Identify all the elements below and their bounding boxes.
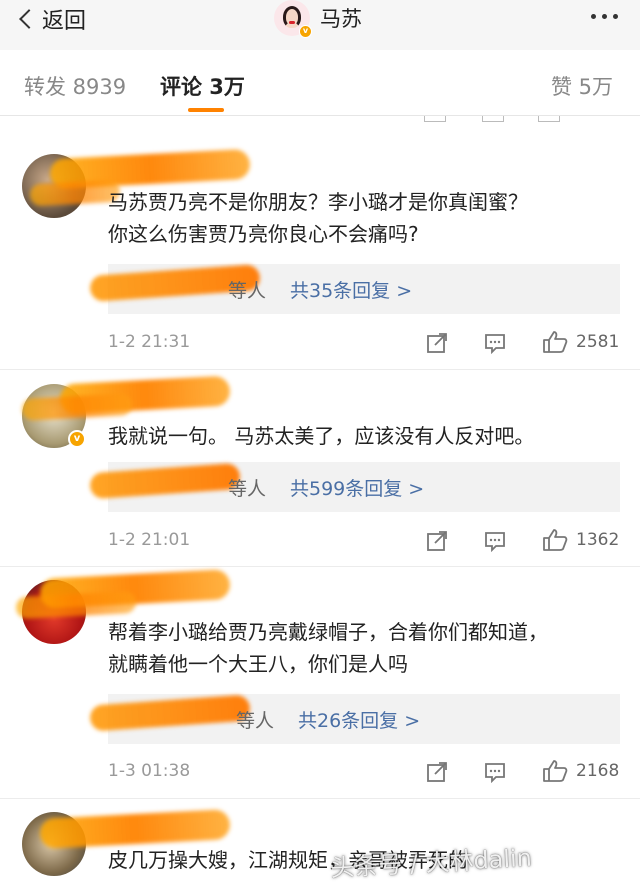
verified-badge-icon: v: [68, 430, 86, 448]
reply-authors-redacted: [89, 462, 241, 500]
timestamp: 1-2 21:31: [108, 332, 191, 352]
view-replies-link[interactable]: 共35条回复 >: [290, 276, 412, 303]
verified-badge-icon: v: [299, 25, 312, 38]
back-label: 返回: [42, 9, 87, 34]
comment-text: 我就说一句。 马苏太美了，应该没有人反对吧。: [108, 424, 535, 448]
reply-authors-redacted: [89, 694, 251, 732]
tab-repost[interactable]: 转发 8939: [24, 71, 126, 101]
more-options-icon[interactable]: [591, 14, 618, 19]
reply-summary[interactable]: 等人 共26条回复 >: [89, 694, 620, 744]
like-count: 2581: [576, 332, 620, 352]
divider: [0, 369, 640, 370]
tab-bar: 转发 8939 评论 3万 赞 5万: [0, 50, 640, 116]
view-replies-link[interactable]: 共599条回复 >: [290, 474, 424, 501]
comment-text: 马苏贾乃亮不是你朋友？李小璐才是你真闺蜜？ 你这么伤害贾乃亮你良心不会痛吗?: [108, 190, 528, 246]
like-count: 1362: [576, 530, 620, 550]
back-button[interactable]: 返回: [18, 4, 86, 34]
like-icon[interactable]: [542, 528, 568, 552]
tab-likes[interactable]: 赞 5万: [551, 71, 613, 101]
reply-icon[interactable]: [484, 530, 506, 552]
top-bar: 返回 v 马苏: [0, 0, 640, 50]
timestamp: 1-2 21:01: [108, 530, 191, 550]
active-tab-indicator: [188, 108, 224, 112]
comment-text: 帮着李小璐给贾乃亮戴绿帽子，合着你们都知道， 就瞒着他一个大王八，你们是人吗: [108, 620, 548, 676]
share-icon[interactable]: [426, 530, 448, 552]
reply-summary[interactable]: 等人 共599条回复 >: [89, 462, 620, 512]
tab-comments[interactable]: 评论 3万: [160, 71, 245, 101]
reply-icon[interactable]: [484, 761, 506, 783]
profile-title[interactable]: v 马苏: [274, 0, 362, 38]
share-icon[interactable]: [426, 761, 448, 783]
avatar[interactable]: v: [274, 0, 312, 38]
like-count: 2168: [576, 761, 620, 781]
like-icon[interactable]: [542, 759, 568, 783]
reply-icon[interactable]: [484, 332, 506, 354]
timestamp: 1-3 01:38: [108, 761, 191, 781]
page-title: 马苏: [320, 7, 362, 31]
view-replies-link[interactable]: 共26条回复 >: [298, 706, 420, 733]
divider: [0, 566, 640, 567]
comment-item: 马苏贾乃亮不是你朋友？李小璐才是你真闺蜜？ 你这么伤害贾乃亮你良心不会痛吗? 等…: [0, 118, 640, 373]
chevron-left-icon: [19, 9, 39, 29]
comment-item: 帮着李小璐给贾乃亮戴绿帽子，合着你们都知道， 就瞒着他一个大王八，你们是人吗 等…: [0, 568, 640, 798]
comment-item: 皮几万操大嫂，江湖规矩，亲哥被弄死的: [0, 800, 640, 888]
divider: [0, 798, 640, 799]
share-icon[interactable]: [426, 332, 448, 354]
comment-item: v 我就说一句。 马苏太美了，应该没有人反对吧。 等人 共599条回复 > 1-…: [0, 372, 640, 567]
like-icon[interactable]: [542, 330, 568, 354]
reply-summary[interactable]: 等人 共35条回复 >: [89, 264, 620, 314]
